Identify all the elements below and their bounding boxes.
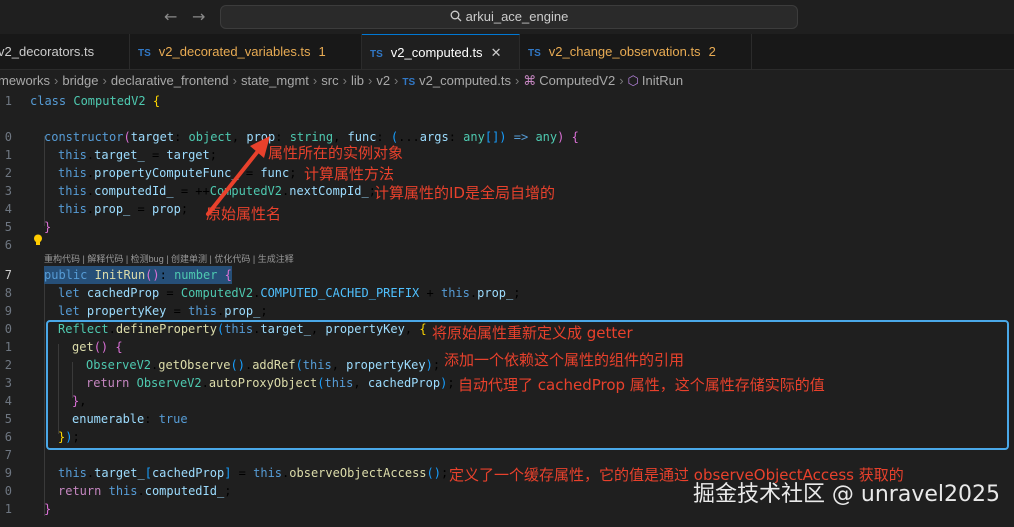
line-number: 8	[4, 286, 12, 300]
chevron-right-icon: ›	[54, 73, 59, 88]
breadcrumb-item[interactable]: declarative_frontend	[111, 73, 229, 88]
code-line: class ComputedV2 {	[30, 94, 161, 108]
line-number: 9	[4, 304, 12, 318]
back-arrow-icon[interactable]: ←	[164, 7, 177, 26]
typescript-file-icon: TS	[402, 77, 416, 88]
code-line: }	[44, 220, 52, 234]
tab-label: v2_change_observation.ts	[548, 44, 701, 59]
tab-v2-decorators[interactable]: v2_decorators.ts	[0, 34, 130, 69]
chevron-right-icon: ›	[394, 73, 399, 88]
search-text: arkui_ace_engine	[465, 9, 569, 24]
search-icon	[450, 10, 462, 22]
chevron-right-icon: ›	[102, 73, 107, 88]
line-number: 7	[4, 268, 12, 282]
tab-label: v2_computed.ts	[390, 45, 483, 60]
tab-label: v2_decorated_variables.ts	[158, 44, 311, 59]
chevron-right-icon: ›	[312, 73, 318, 88]
code-line: this.target_ = target;	[58, 148, 217, 162]
method-symbol-icon: ⬡	[627, 73, 639, 88]
close-icon[interactable]: ✕	[491, 45, 502, 60]
chevron-right-icon: ›	[619, 73, 624, 88]
code-line: return this.computedId_;	[58, 484, 232, 498]
typescript-file-icon: TS	[528, 48, 541, 59]
line-number: 9	[4, 466, 12, 480]
line-number: 1	[4, 148, 12, 162]
breadcrumb-item[interactable]: v2	[376, 73, 390, 88]
tab-label: v2_decorators.ts	[0, 44, 95, 59]
breadcrumb-item[interactable]: ComputedV2	[539, 73, 615, 88]
code-line: }	[44, 502, 52, 516]
line-number: 7	[4, 448, 12, 462]
line-number: 5	[4, 220, 12, 234]
line-number: 1	[4, 340, 12, 354]
code-line: let propertyKey = this.prop_;	[58, 304, 268, 318]
breadcrumb-item[interactable]: bridge	[62, 73, 98, 88]
chevron-right-icon: ›	[342, 73, 347, 88]
line-number: 6	[4, 430, 12, 444]
line-number: 1	[4, 94, 12, 108]
line-number: 3	[4, 184, 12, 198]
line-number: 1	[4, 502, 12, 516]
tab-v2-computed[interactable]: TS v2_computed.ts ✕	[362, 34, 520, 69]
annotation: 计算属性方法	[304, 165, 395, 183]
line-number: 0	[4, 484, 12, 498]
code-line: this.target_[cachedProp] = this.observeO…	[58, 466, 449, 480]
chevron-right-icon: ›	[514, 73, 520, 88]
line-number: 2	[4, 358, 12, 372]
chevron-right-icon: ›	[232, 73, 237, 88]
code-line: let cachedProp = ComputedV2.COMPUTED_CAC…	[58, 286, 521, 300]
line-number: 0	[4, 322, 12, 336]
class-symbol-icon: ⌘	[523, 73, 537, 88]
problem-count-badge: 2	[708, 44, 716, 59]
tab-v2-change-observation[interactable]: TS v2_change_observation.ts 2	[520, 34, 752, 69]
indent-guide	[44, 280, 45, 516]
forward-arrow-icon[interactable]: →	[192, 7, 205, 26]
line-number: 2	[4, 166, 12, 180]
problem-count-badge: 1	[318, 44, 326, 59]
annotation: 计算属性的ID是全局自增的	[374, 184, 555, 202]
breadcrumb-item[interactable]: lib	[351, 73, 364, 88]
code-line: this.prop_ = prop;	[58, 202, 189, 216]
watermark: 掘金技术社区 @ unravel2025	[692, 482, 1000, 507]
breadcrumb-item[interactable]: meworks	[0, 73, 50, 88]
lightbulb-icon[interactable]	[33, 234, 43, 246]
line-number: 4	[4, 202, 12, 216]
line-number: 6	[4, 238, 12, 252]
line-number: 0	[4, 130, 12, 144]
annotation: 原始属性名	[206, 205, 282, 223]
typescript-file-icon: TS	[370, 49, 383, 60]
typescript-file-icon: TS	[138, 48, 151, 59]
codelens-actions[interactable]: 重构代码 | 解释代码 | 检测bug | 创建单测 | 优化代码 | 生成注释	[44, 252, 294, 265]
code-line: public InitRun(): number {	[44, 266, 232, 284]
annotation: 属性所在的实例对象	[268, 144, 404, 162]
code-editor[interactable]: 1 0 1 2 3 4 5 6 7 8 9 0 1 2 3 4 5 6 7 9 …	[0, 92, 1014, 527]
annotation: 自动代理了 cachedProp 属性，这个属性存储实际的值	[458, 376, 825, 394]
command-center-search[interactable]: arkui_ace_engine	[220, 5, 798, 29]
line-number: 5	[4, 412, 12, 426]
line-number: 3	[4, 376, 12, 390]
breadcrumb-item[interactable]: state_mgmt	[241, 73, 309, 88]
breadcrumb-item[interactable]: InitRun	[642, 73, 683, 88]
annotation: 添加一个依赖这个属性的组件的引用	[444, 351, 685, 369]
editor-tabs: v2_decorators.ts TS v2_decorated_variable…	[0, 34, 1014, 70]
indent-guide	[44, 136, 45, 226]
annotation: 将原始属性重新定义成 getter	[432, 324, 633, 342]
title-bar: ← → arkui_ace_engine	[0, 0, 1014, 34]
breadcrumb-item[interactable]: v2_computed.ts	[419, 73, 511, 88]
breadcrumb-item[interactable]: src	[321, 73, 338, 88]
chevron-right-icon: ›	[367, 73, 373, 88]
line-number: 4	[4, 394, 12, 408]
tab-v2-decorated-variables[interactable]: TS v2_decorated_variables.ts 1	[130, 34, 362, 69]
breadcrumb: meworks › bridge › declarative_frontend › stat…	[0, 70, 1014, 92]
